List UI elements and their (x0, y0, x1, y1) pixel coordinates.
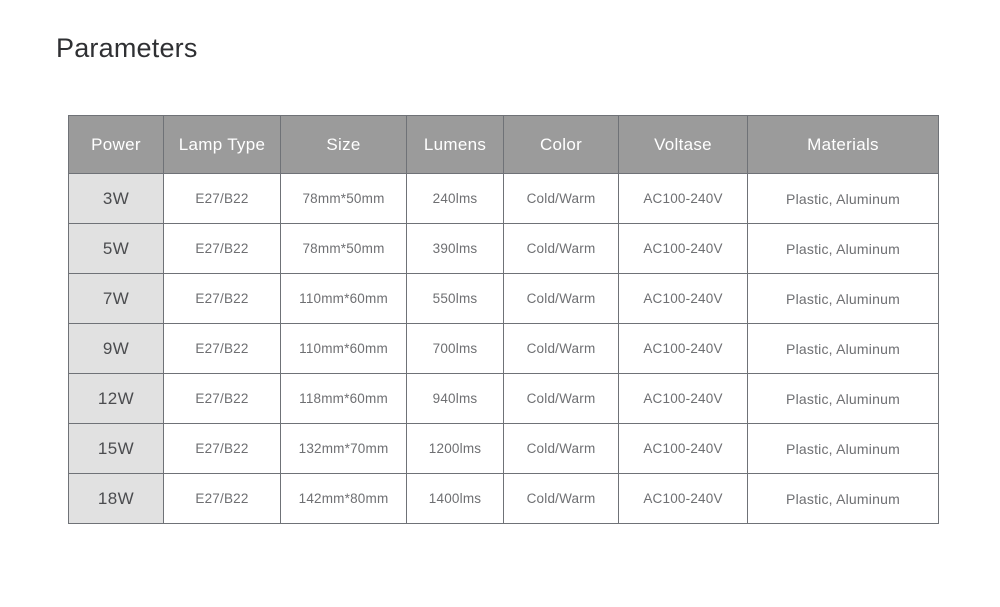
column-header-lamp-type: Lamp Type (163, 115, 281, 174)
cell-lamp-type: E27/B22 (163, 173, 281, 224)
table-row: 15W E27/B22 132mm*70mm 1200lms Cold/Warm… (68, 423, 939, 474)
cell-color: Cold/Warm (503, 323, 619, 374)
table-row: 12W E27/B22 118mm*60mm 940lms Cold/Warm … (68, 373, 939, 424)
cell-lumens: 940lms (406, 373, 504, 424)
table-row: 3W E27/B22 78mm*50mm 240lms Cold/Warm AC… (68, 173, 939, 224)
cell-lamp-type: E27/B22 (163, 473, 281, 524)
cell-size: 78mm*50mm (280, 173, 407, 224)
table-row: 18W E27/B22 142mm*80mm 1400lms Cold/Warm… (68, 473, 939, 524)
cell-lumens: 1200lms (406, 423, 504, 474)
cell-size: 110mm*60mm (280, 323, 407, 374)
cell-voltage: AC100-240V (618, 373, 748, 424)
cell-lamp-type: E27/B22 (163, 323, 281, 374)
cell-voltage: AC100-240V (618, 173, 748, 224)
cell-lumens: 700lms (406, 323, 504, 374)
cell-voltage: AC100-240V (618, 423, 748, 474)
cell-materials: Plastic, Aluminum (747, 173, 939, 224)
page-title: Parameters (56, 33, 198, 63)
cell-power: 9W (68, 323, 164, 374)
cell-power: 3W (68, 173, 164, 224)
cell-lamp-type: E27/B22 (163, 273, 281, 324)
cell-lamp-type: E27/B22 (163, 373, 281, 424)
table-row: 5W E27/B22 78mm*50mm 390lms Cold/Warm AC… (68, 223, 939, 274)
cell-color: Cold/Warm (503, 173, 619, 224)
cell-power: 12W (68, 373, 164, 424)
table-header: Power Lamp Type Size Lumens Color Voltas… (68, 115, 939, 174)
cell-power: 18W (68, 473, 164, 524)
parameters-table-container: Power Lamp Type Size Lumens Color Voltas… (68, 115, 939, 524)
column-header-voltage: Voltase (618, 115, 748, 174)
table-header-row: Power Lamp Type Size Lumens Color Voltas… (68, 115, 939, 174)
column-header-color: Color (503, 115, 619, 174)
cell-color: Cold/Warm (503, 473, 619, 524)
cell-lamp-type: E27/B22 (163, 423, 281, 474)
cell-voltage: AC100-240V (618, 223, 748, 274)
cell-materials: Plastic, Aluminum (747, 323, 939, 374)
cell-color: Cold/Warm (503, 273, 619, 324)
column-header-power: Power (68, 115, 164, 174)
cell-lumens: 1400lms (406, 473, 504, 524)
parameters-page: Parameters Power Lamp Type Size Lumens C… (0, 0, 1000, 607)
cell-lumens: 390lms (406, 223, 504, 274)
cell-size: 110mm*60mm (280, 273, 407, 324)
cell-size: 142mm*80mm (280, 473, 407, 524)
table-row: 7W E27/B22 110mm*60mm 550lms Cold/Warm A… (68, 273, 939, 324)
cell-lumens: 550lms (406, 273, 504, 324)
column-header-lumens: Lumens (406, 115, 504, 174)
table-row: 9W E27/B22 110mm*60mm 700lms Cold/Warm A… (68, 323, 939, 374)
cell-materials: Plastic, Aluminum (747, 373, 939, 424)
cell-power: 5W (68, 223, 164, 274)
cell-voltage: AC100-240V (618, 323, 748, 374)
cell-size: 78mm*50mm (280, 223, 407, 274)
parameters-table: Power Lamp Type Size Lumens Color Voltas… (68, 115, 939, 524)
table-body: 3W E27/B22 78mm*50mm 240lms Cold/Warm AC… (68, 173, 939, 524)
cell-color: Cold/Warm (503, 423, 619, 474)
cell-color: Cold/Warm (503, 373, 619, 424)
cell-voltage: AC100-240V (618, 273, 748, 324)
cell-lamp-type: E27/B22 (163, 223, 281, 274)
cell-materials: Plastic, Aluminum (747, 423, 939, 474)
cell-voltage: AC100-240V (618, 473, 748, 524)
cell-materials: Plastic, Aluminum (747, 473, 939, 524)
cell-power: 15W (68, 423, 164, 474)
cell-size: 118mm*60mm (280, 373, 407, 424)
column-header-size: Size (280, 115, 407, 174)
cell-materials: Plastic, Aluminum (747, 223, 939, 274)
cell-materials: Plastic, Aluminum (747, 273, 939, 324)
cell-size: 132mm*70mm (280, 423, 407, 474)
column-header-materials: Materials (747, 115, 939, 174)
cell-lumens: 240lms (406, 173, 504, 224)
cell-color: Cold/Warm (503, 223, 619, 274)
cell-power: 7W (68, 273, 164, 324)
